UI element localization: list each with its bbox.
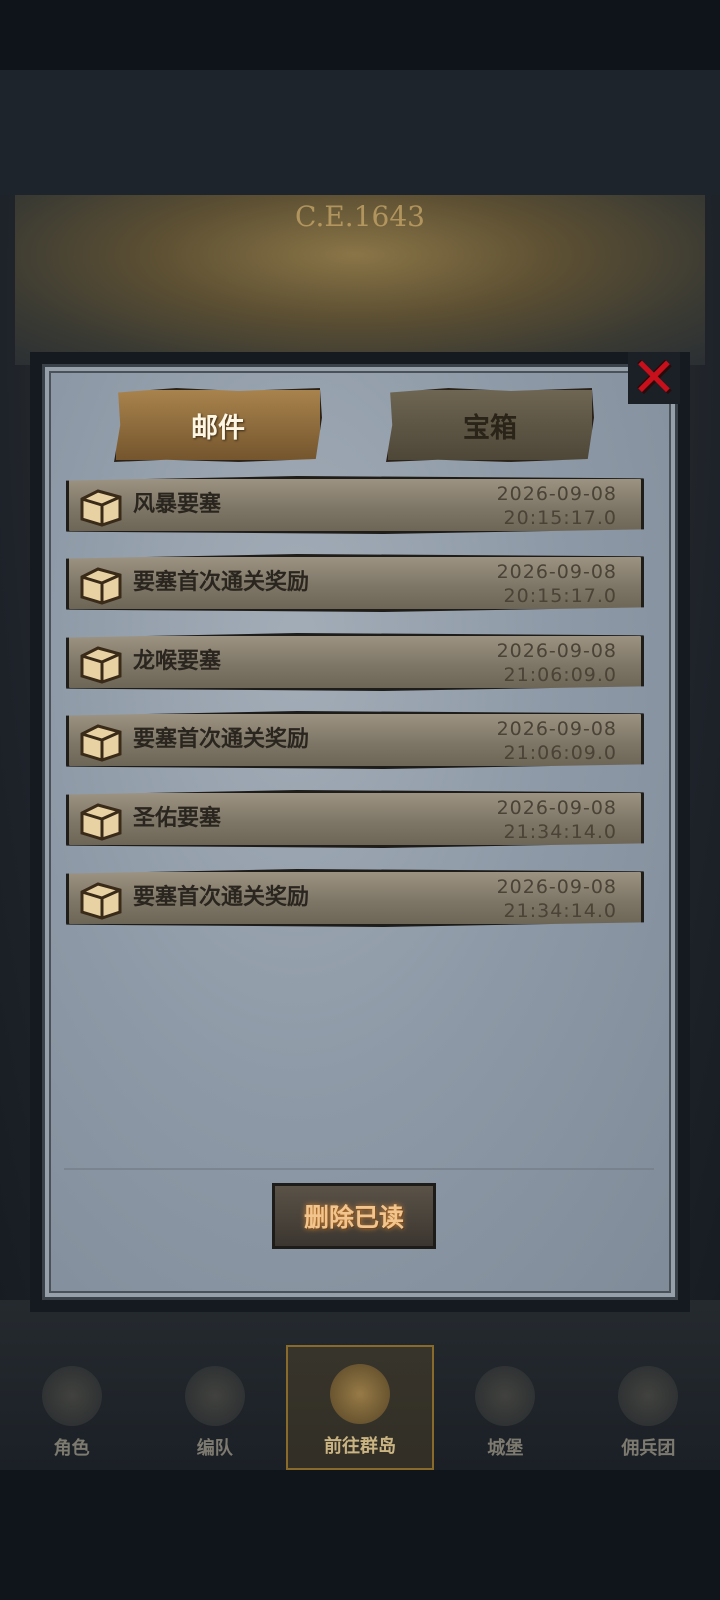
nav-item-islands[interactable]: 前往群岛 — [286, 1345, 434, 1470]
nav-label: 编队 — [196, 1438, 233, 1459]
castle-icon — [475, 1366, 536, 1426]
mail-time: 21:34:14.0 — [503, 821, 617, 843]
nav-label: 角色 — [53, 1438, 90, 1459]
mail-title: 风暴要塞 — [133, 492, 222, 517]
chest-icon — [75, 720, 127, 764]
mail-item[interactable]: 龙喉要塞 2026-09-08 21:06:09.0 — [66, 633, 644, 691]
mail-time: 21:06:09.0 — [503, 664, 617, 686]
era-label: C.E.1643 — [295, 200, 425, 233]
tab-chest[interactable]: 宝箱 — [386, 388, 594, 462]
chest-icon — [75, 799, 127, 843]
mail-time: 20:15:17.0 — [503, 507, 617, 529]
divider — [64, 1168, 654, 1170]
nav-item-castle[interactable]: 城堡 — [434, 1345, 577, 1470]
bottom-nav: 角色 编队 前往群岛 城堡 佣兵团 — [0, 1345, 720, 1470]
mail-title: 要塞首次通关奖励 — [133, 885, 310, 910]
mail-title: 要塞首次通关奖励 — [133, 727, 310, 752]
nav-label: 城堡 — [487, 1438, 524, 1459]
mail-title: 要塞首次通关奖励 — [133, 570, 310, 595]
mail-date: 2026-09-08 — [496, 797, 617, 819]
system-bottom-bar — [0, 1470, 720, 1600]
mail-time: 20:15:17.0 — [503, 585, 617, 607]
chest-icon — [75, 642, 127, 686]
tab-mail[interactable]: 邮件 — [114, 388, 322, 462]
role-icon — [41, 1366, 102, 1426]
mail-item[interactable]: 要塞首次通关奖励 2026-09-08 21:06:09.0 — [66, 711, 644, 769]
mail-date: 2026-09-08 — [496, 876, 617, 898]
nav-item-formation[interactable]: 编队 — [143, 1345, 286, 1470]
formation-icon — [184, 1366, 245, 1426]
nav-item-mercenary[interactable]: 佣兵团 — [577, 1345, 720, 1470]
chest-icon — [75, 878, 127, 922]
mail-item[interactable]: 圣佑要塞 2026-09-08 21:34:14.0 — [66, 790, 644, 848]
mail-title: 圣佑要塞 — [133, 806, 222, 831]
mail-date: 2026-09-08 — [496, 483, 617, 505]
mail-item[interactable]: 要塞首次通关奖励 2026-09-08 21:34:14.0 — [66, 869, 644, 927]
nav-label: 佣兵团 — [621, 1438, 676, 1459]
compass-icon — [330, 1364, 390, 1424]
mail-date: 2026-09-08 — [496, 718, 617, 740]
mail-date: 2026-09-08 — [496, 561, 617, 583]
mail-time: 21:06:09.0 — [503, 742, 617, 764]
mail-time: 21:34:14.0 — [503, 900, 617, 922]
nav-item-role[interactable]: 角色 — [0, 1345, 143, 1470]
nav-label: 前往群岛 — [324, 1436, 396, 1457]
delete-read-button[interactable]: 删除已读 — [272, 1183, 436, 1249]
mail-item[interactable]: 风暴要塞 2026-09-08 20:15:17.0 — [66, 476, 644, 534]
mail-item[interactable]: 要塞首次通关奖励 2026-09-08 20:15:17.0 — [66, 554, 644, 612]
mail-title: 龙喉要塞 — [133, 649, 222, 674]
ship-icon — [618, 1366, 679, 1426]
mail-date: 2026-09-08 — [496, 640, 617, 662]
chest-icon — [75, 485, 127, 529]
close-icon[interactable]: ✕ — [628, 351, 680, 405]
top-bar — [0, 70, 720, 195]
chest-icon — [75, 563, 127, 607]
